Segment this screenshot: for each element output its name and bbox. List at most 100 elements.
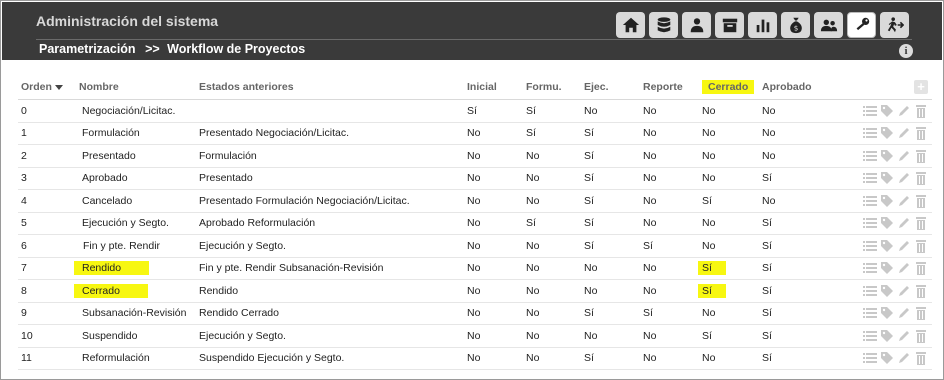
cell-cerrado: Sí bbox=[702, 324, 762, 348]
sort-desc-icon[interactable] bbox=[54, 84, 63, 90]
archive-icon[interactable] bbox=[715, 12, 744, 38]
delete-trash-icon[interactable] bbox=[914, 261, 928, 276]
delete-trash-icon[interactable] bbox=[914, 194, 928, 208]
table-row[interactable]: 6 Fin y pte. Rendir Ejecución y Segto. No No… bbox=[18, 234, 932, 258]
cell-formu: No bbox=[526, 302, 584, 325]
list-icon[interactable] bbox=[863, 306, 877, 320]
col-formu[interactable]: Formu. bbox=[526, 75, 584, 100]
database-icon[interactable] bbox=[649, 12, 678, 38]
list-icon[interactable] bbox=[863, 126, 877, 140]
table-row[interactable]: 3 Aprobado Presentado No No Sí No No Sí bbox=[18, 167, 932, 190]
list-icon[interactable] bbox=[863, 329, 877, 343]
edit-pencil-icon[interactable] bbox=[897, 239, 911, 253]
cell-reporte: No bbox=[643, 212, 702, 235]
list-icon[interactable] bbox=[863, 104, 877, 118]
edit-pencil-icon[interactable] bbox=[897, 194, 911, 208]
table-row[interactable]: 1 Formulación Presentado Negociación/Licit… bbox=[18, 122, 932, 145]
cell-anteriores: Suspendido Ejecución y Segto. bbox=[199, 347, 467, 370]
delete-trash-icon[interactable] bbox=[914, 216, 928, 231]
users-icon[interactable] bbox=[682, 12, 711, 38]
edit-pencil-icon[interactable] bbox=[897, 149, 911, 163]
list-icon[interactable] bbox=[863, 261, 877, 275]
exit-icon[interactable] bbox=[880, 12, 909, 38]
edit-pencil-icon[interactable] bbox=[897, 126, 911, 140]
table-row[interactable]: 11 Reformulación Suspendido Ejecución y Se… bbox=[18, 347, 932, 370]
delete-trash-icon[interactable] bbox=[914, 306, 928, 321]
list-icon[interactable] bbox=[863, 351, 877, 365]
tag-icon[interactable] bbox=[880, 104, 894, 118]
list-icon[interactable] bbox=[863, 149, 877, 163]
list-icon[interactable] bbox=[863, 194, 877, 208]
edit-pencil-icon[interactable] bbox=[897, 306, 911, 320]
table-row[interactable]: 0 Negociación/Licitac. Sí Sí No No No No bbox=[18, 99, 932, 123]
delete-trash-icon[interactable] bbox=[914, 329, 928, 343]
table-row[interactable]: 10 Suspendido Ejecución y Segto. No No No No Sí… bbox=[18, 324, 932, 348]
table-row[interactable]: 7 Rendido Fin y pte. Rendir Subsanación-Re… bbox=[18, 257, 932, 280]
tag-icon[interactable] bbox=[880, 306, 894, 320]
money-bag-icon[interactable]: $ bbox=[781, 12, 810, 38]
tag-icon[interactable] bbox=[880, 194, 894, 208]
col-estados-anteriores[interactable]: Estados anteriores bbox=[199, 75, 467, 100]
row-actions bbox=[858, 122, 932, 145]
edit-pencil-icon[interactable] bbox=[897, 261, 911, 275]
cell-ejec: Sí bbox=[584, 189, 643, 213]
edit-pencil-icon[interactable] bbox=[897, 171, 911, 185]
table-row[interactable]: 4 Cancelado Presentado Formulación Negocia… bbox=[18, 189, 932, 213]
tag-icon[interactable] bbox=[880, 171, 894, 185]
home-icon[interactable] bbox=[616, 12, 645, 38]
cell-nombre: Ejecución y Segto. bbox=[79, 212, 199, 235]
user-group-icon[interactable] bbox=[814, 12, 843, 38]
delete-trash-icon[interactable] bbox=[914, 239, 928, 253]
add-row-button[interactable]: + bbox=[914, 80, 928, 94]
tag-icon[interactable] bbox=[880, 149, 894, 163]
table-row[interactable]: 8 Cerrado Rendido No No No No Sí Sí bbox=[18, 279, 932, 303]
cell-orden: 11 bbox=[18, 347, 79, 370]
cell-cerrado: Sí bbox=[702, 189, 762, 213]
list-icon[interactable] bbox=[863, 239, 877, 253]
col-nombre[interactable]: Nombre bbox=[79, 75, 199, 100]
delete-trash-icon[interactable] bbox=[914, 171, 928, 186]
cell-cerrado: No bbox=[702, 302, 762, 325]
info-icon[interactable]: i bbox=[899, 44, 913, 58]
col-ejec[interactable]: Ejec. bbox=[584, 75, 643, 100]
col-inicial[interactable]: Inicial bbox=[467, 75, 526, 100]
col-aprobado[interactable]: Aprobado bbox=[762, 75, 858, 100]
delete-trash-icon[interactable] bbox=[914, 126, 928, 141]
col-reporte[interactable]: Reporte bbox=[643, 75, 702, 100]
delete-trash-icon[interactable] bbox=[914, 104, 928, 118]
list-icon[interactable] bbox=[863, 171, 877, 185]
tag-icon[interactable] bbox=[880, 329, 894, 343]
list-icon[interactable] bbox=[863, 216, 877, 230]
breadcrumb-current: Workflow de Proyectos bbox=[167, 42, 306, 56]
edit-pencil-icon[interactable] bbox=[897, 216, 911, 230]
table-row[interactable]: 9 Subsanación-Revisión Rendido Cerrado No No… bbox=[18, 302, 932, 325]
bar-chart-icon[interactable] bbox=[748, 12, 777, 38]
delete-trash-icon[interactable] bbox=[914, 149, 928, 163]
edit-pencil-icon[interactable] bbox=[897, 284, 911, 298]
cell-ejec: No bbox=[584, 99, 643, 123]
tag-icon[interactable] bbox=[880, 261, 894, 275]
key-icon[interactable] bbox=[847, 12, 876, 38]
tag-icon[interactable] bbox=[880, 351, 894, 365]
cell-inicial: No bbox=[467, 324, 526, 348]
row-actions bbox=[858, 99, 932, 123]
cell-reporte: No bbox=[643, 144, 702, 168]
col-cerrado[interactable]: Cerrado bbox=[702, 75, 762, 100]
tag-icon[interactable] bbox=[880, 216, 894, 230]
table-row[interactable]: 5 Ejecución y Segto. Aprobado Reformulació… bbox=[18, 212, 932, 235]
row-actions bbox=[858, 234, 932, 258]
delete-trash-icon[interactable] bbox=[914, 284, 928, 298]
col-orden[interactable]: Orden bbox=[18, 75, 79, 100]
list-icon[interactable] bbox=[863, 284, 877, 298]
tag-icon[interactable] bbox=[880, 284, 894, 298]
tag-icon[interactable] bbox=[880, 126, 894, 140]
table-row[interactable]: 2 Presentado Formulación No No Sí No No No bbox=[18, 144, 932, 168]
cell-anteriores: Fin y pte. Rendir Subsanación-Revisión bbox=[199, 257, 467, 280]
delete-trash-icon[interactable] bbox=[914, 351, 928, 366]
cell-nombre: Suspendido bbox=[79, 324, 199, 348]
breadcrumb-root[interactable]: Parametrización bbox=[39, 42, 136, 56]
edit-pencil-icon[interactable] bbox=[897, 351, 911, 365]
edit-pencil-icon[interactable] bbox=[897, 104, 911, 118]
tag-icon[interactable] bbox=[880, 239, 894, 253]
edit-pencil-icon[interactable] bbox=[897, 329, 911, 343]
